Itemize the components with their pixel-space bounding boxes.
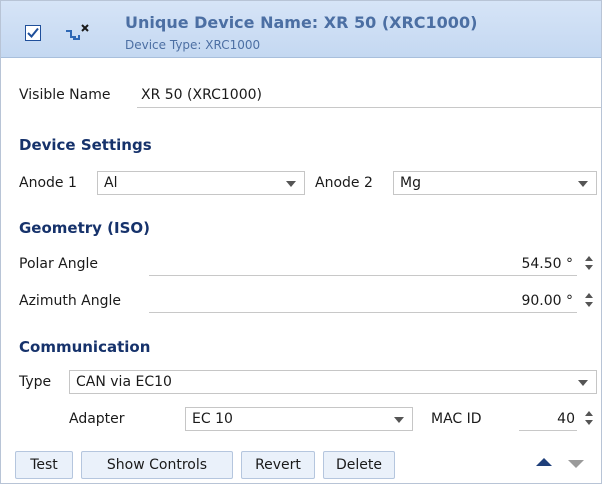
move-down-icon[interactable] xyxy=(568,460,584,468)
device-panel: Unique Device Name: XR 50 (XRC1000) Devi… xyxy=(0,0,602,484)
device-name-title: Unique Device Name: XR 50 (XRC1000) xyxy=(125,13,478,32)
checkmark-icon xyxy=(27,27,39,38)
chevron-down-icon xyxy=(394,417,404,423)
mac-id-spinner[interactable] xyxy=(584,410,594,428)
chevron-down-icon xyxy=(286,181,296,187)
spin-up-icon[interactable] xyxy=(585,411,593,416)
adapter-select[interactable]: EC 10 xyxy=(185,407,413,431)
spin-down-icon[interactable] xyxy=(585,302,593,307)
device-settings-heading: Device Settings xyxy=(19,136,152,154)
azimuth-angle-underline xyxy=(149,312,577,313)
polar-angle-input[interactable]: 54.50 ° xyxy=(461,256,573,272)
azimuth-angle-label: Azimuth Angle xyxy=(19,293,121,309)
visible-name-label: Visible Name xyxy=(19,87,111,103)
delete-button[interactable]: Delete xyxy=(323,451,395,479)
disconnect-device-icon[interactable] xyxy=(63,23,91,45)
azimuth-angle-input[interactable]: 90.00 ° xyxy=(461,293,573,309)
move-up-icon[interactable] xyxy=(536,458,552,466)
spin-down-icon[interactable] xyxy=(585,265,593,270)
anode2-label: Anode 2 xyxy=(315,175,373,191)
spin-down-icon[interactable] xyxy=(585,420,593,425)
type-label: Type xyxy=(19,374,52,390)
polar-angle-spinner[interactable] xyxy=(584,255,594,273)
device-type-subtitle: Device Type: XRC1000 xyxy=(125,38,261,52)
chevron-down-icon xyxy=(578,380,588,386)
spin-up-icon[interactable] xyxy=(585,293,593,298)
type-select[interactable]: CAN via EC10 xyxy=(69,370,597,394)
type-value: CAN via EC10 xyxy=(76,374,172,390)
adapter-label: Adapter xyxy=(69,411,125,427)
mac-id-input[interactable]: 40 xyxy=(519,411,575,427)
anode1-select[interactable]: Al xyxy=(97,171,305,195)
anode1-value: Al xyxy=(104,175,118,191)
chevron-down-icon xyxy=(578,181,588,187)
revert-button[interactable]: Revert xyxy=(241,451,315,479)
test-button[interactable]: Test xyxy=(15,451,73,479)
visible-name-input[interactable]: XR 50 (XRC1000) xyxy=(137,87,601,108)
communication-heading: Communication xyxy=(19,338,151,356)
show-controls-button[interactable]: Show Controls xyxy=(81,451,233,479)
mac-id-underline xyxy=(519,430,577,431)
mac-id-label: MAC ID xyxy=(431,411,482,427)
adapter-value: EC 10 xyxy=(192,411,233,427)
anode1-label: Anode 1 xyxy=(19,175,77,191)
geometry-heading: Geometry (ISO) xyxy=(19,219,151,237)
spin-up-icon[interactable] xyxy=(585,256,593,261)
anode2-value: Mg xyxy=(400,175,421,191)
enable-checkbox[interactable] xyxy=(25,25,41,41)
azimuth-angle-spinner[interactable] xyxy=(584,292,594,310)
polar-angle-underline xyxy=(149,275,577,276)
polar-angle-label: Polar Angle xyxy=(19,256,99,272)
anode2-select[interactable]: Mg xyxy=(393,171,597,195)
device-header: Unique Device Name: XR 50 (XRC1000) Devi… xyxy=(1,1,601,58)
